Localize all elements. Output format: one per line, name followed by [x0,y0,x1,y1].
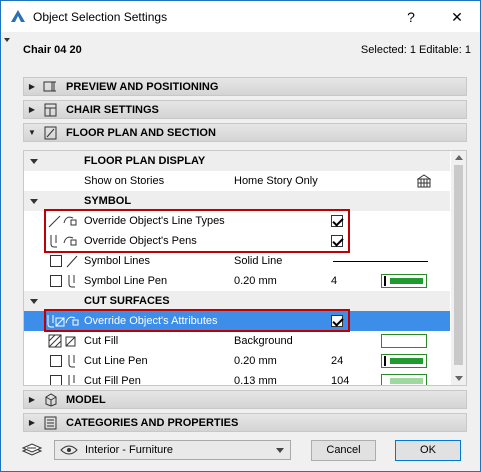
pen-icon [66,371,78,385]
collapse-arrow-icon: ▼ [28,128,36,137]
scroll-thumb[interactable] [454,165,463,365]
pen-icon [66,271,78,291]
cut-fill-value[interactable]: Background [234,331,293,351]
solid-line-preview [333,261,428,262]
symbol-line-pen-label: Symbol Line Pen [84,275,168,287]
group-cut-surfaces[interactable]: CUT SURFACES [24,291,450,311]
highlight-box-symbol-overrides [44,209,350,253]
help-button[interactable]: ? [401,7,421,27]
scroll-up-arrow-icon[interactable] [455,155,463,160]
row-cut-fill-pen[interactable]: Cut Fill Pen 0.13 mm 104 [24,371,450,386]
cut-line-pen-label: Cut Line Pen [84,355,148,367]
cut-fill-pen-checkbox[interactable] [50,375,62,385]
window-title: Object Selection Settings [33,10,168,24]
row-symbol-lines[interactable]: Symbol Lines Solid Line [24,251,450,271]
pen-color-fill [390,378,423,384]
symbol-lines-checkbox[interactable] [50,255,62,267]
panel-chair-settings[interactable]: ▶ CHAIR SETTINGS [23,100,467,119]
cut-fill-pen-label: Cut Fill Pen [84,375,141,386]
group-floor-plan-display[interactable]: FLOOR PLAN DISPLAY [24,151,450,171]
symbol-line-pen-checkbox[interactable] [50,275,62,287]
archicad-app-icon [11,10,25,22]
expand-arrow-icon: ▶ [28,105,36,114]
line-type-icon [66,251,78,271]
selection-info: Selected: 1 Editable: 1 [360,44,471,56]
collapse-arrow-icon[interactable] [30,299,38,304]
panel-model[interactable]: ▶ MODEL [23,390,467,409]
cut-fill-pen-value[interactable]: 0.13 mm [234,371,277,385]
cut-fill-label: Cut Fill [84,335,119,347]
cut-line-pen-checkbox[interactable] [50,355,62,367]
row-cut-fill[interactable]: Cut Fill Background [24,331,450,351]
pen-color-fill [390,358,423,364]
expand-arrow-icon: ▶ [28,418,36,427]
chair-settings-icon [40,102,62,117]
symbol-lines-value[interactable]: Solid Line [234,251,282,271]
cut-fill-pen-number[interactable]: 104 [331,371,349,385]
pen-weight-bar [384,356,386,366]
row-symbol-line-pen[interactable]: Symbol Line Pen 0.20 mm 4 [24,271,450,291]
close-button[interactable]: ✕ [447,7,467,27]
group-label: CUT SURFACES [84,295,170,307]
symbol-lines-label: Symbol Lines [84,255,151,267]
eye-icon [60,445,78,455]
panel-title: PREVIEW AND POSITIONING [66,80,219,93]
panel-preview-positioning[interactable]: ▶ PREVIEW AND POSITIONING [23,77,467,96]
panel-title: CATEGORIES AND PROPERTIES [66,416,239,429]
panel-title: CHAIR SETTINGS [66,103,159,116]
pen-icon [66,351,78,371]
settings-grid: FLOOR PLAN DISPLAY Show on Stories Home … [23,150,467,386]
panel-categories-properties[interactable]: ▶ CATEGORIES AND PROPERTIES [23,413,467,432]
dialog-window: Object Selection Settings ? ✕ Chair 04 2… [0,0,481,472]
symbol-line-pen-value[interactable]: 0.20 mm [234,271,277,291]
expand-arrow-icon: ▶ [28,82,36,91]
pen-color-swatch[interactable] [381,274,427,288]
vertical-scrollbar[interactable] [451,151,466,385]
row-cut-line-pen[interactable]: Cut Line Pen 0.20 mm 24 [24,351,450,371]
group-label: SYMBOL [84,195,132,207]
model-cube-icon [40,392,62,407]
panel-floor-plan-section[interactable]: ▼ FLOOR PLAN AND SECTION [23,123,467,142]
pen-weight-bar [384,276,386,286]
highlight-box-attribute-override [44,309,350,332]
layer-select-value: Interior - Furniture [85,444,174,456]
group-symbol[interactable]: SYMBOL [24,191,450,211]
fill-swatch[interactable] [381,334,427,348]
panel-title: MODEL [66,393,106,406]
collapse-arrow-icon[interactable] [30,199,38,204]
floor-plan-section-icon [40,125,62,140]
story-icon [416,171,432,191]
favorites-dropdown-icon[interactable] [4,38,10,42]
scroll-down-arrow-icon[interactable] [455,376,463,381]
show-on-stories-value[interactable]: Home Story Only [234,171,318,191]
pen-color-fill [390,278,423,284]
expand-arrow-icon: ▶ [28,395,36,404]
layer-select[interactable]: Interior - Furniture [54,440,291,460]
object-name: Chair 04 20 [23,44,82,56]
collapse-arrow-icon[interactable] [30,159,38,164]
pen-color-swatch[interactable] [381,374,427,385]
symbol-line-pen-number[interactable]: 4 [331,271,337,291]
chevron-down-icon [276,448,284,453]
fill-hatch-icon [48,331,80,351]
group-label: FLOOR PLAN DISPLAY [84,155,206,167]
title-bar: Object Selection Settings ? ✕ [1,1,480,32]
cut-line-pen-number[interactable]: 24 [331,351,343,371]
pen-color-swatch[interactable] [381,354,427,368]
cut-line-pen-value[interactable]: 0.20 mm [234,351,277,371]
categories-list-icon [40,415,62,430]
panel-title: FLOOR PLAN AND SECTION [66,126,216,139]
row-show-on-stories[interactable]: Show on Stories Home Story Only [24,171,450,191]
preview-positioning-icon [40,79,62,94]
show-on-stories-label: Show on Stories [84,175,165,187]
ok-button[interactable]: OK [395,440,461,461]
layers-icon [21,443,43,456]
cancel-button[interactable]: Cancel [311,440,376,461]
